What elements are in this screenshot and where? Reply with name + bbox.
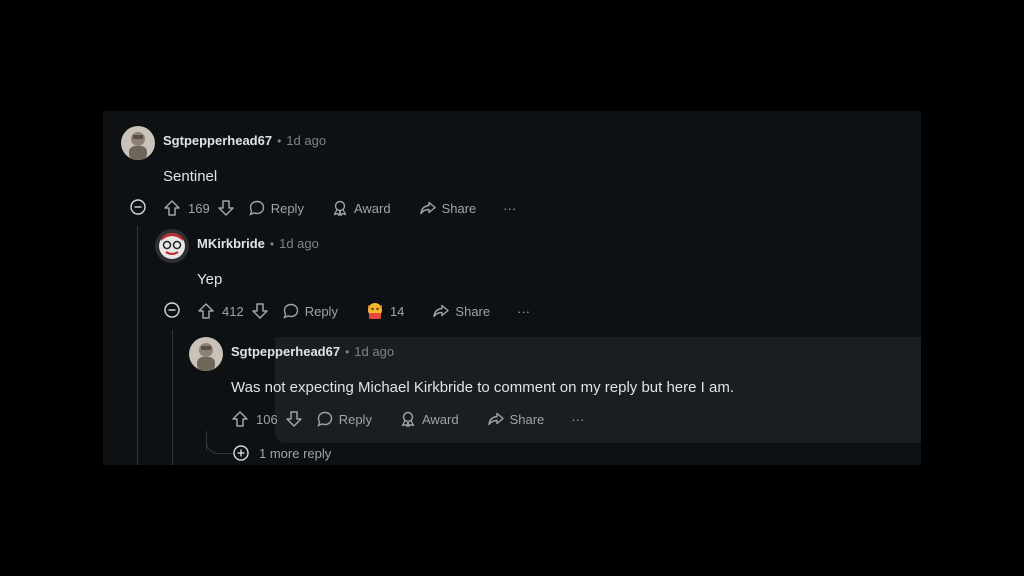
- reply-label: Reply: [304, 303, 338, 319]
- avatar[interactable]: [189, 337, 223, 371]
- share-icon: [487, 412, 504, 426]
- downvote-icon: [285, 411, 302, 427]
- comment-actions: 106 Reply Award Share ···: [231, 407, 584, 431]
- upvote-button[interactable]: [231, 410, 249, 428]
- collapse-button[interactable]: [164, 302, 180, 318]
- share-label: Share: [441, 200, 477, 216]
- share-button[interactable]: Share: [487, 410, 545, 428]
- reply-button[interactable]: Reply: [282, 302, 338, 320]
- reply-label: Reply: [338, 411, 372, 427]
- downvote-button[interactable]: [285, 410, 303, 428]
- upvote-icon: [198, 303, 214, 319]
- share-button[interactable]: Share: [419, 199, 477, 217]
- reply-button[interactable]: Reply: [316, 410, 372, 428]
- share-label: Share: [509, 411, 545, 427]
- timestamp[interactable]: 1d ago: [286, 133, 326, 148]
- collapse-button[interactable]: [130, 199, 146, 215]
- comment-body: Yep: [197, 271, 223, 288]
- reply-bubble-icon: [317, 411, 332, 427]
- reply-label: Reply: [270, 200, 304, 216]
- thread-line-level1: [137, 226, 138, 465]
- downvote-button[interactable]: [217, 199, 235, 217]
- share-label: Share: [455, 303, 491, 319]
- reply-bubble-icon: [249, 200, 264, 216]
- thread-connector-more: [206, 433, 233, 454]
- username[interactable]: MKirkbride: [197, 236, 265, 251]
- award-label: Award: [421, 411, 459, 427]
- collapse-minus-icon: [130, 199, 146, 215]
- username[interactable]: Sgtpepperhead67: [163, 133, 272, 148]
- award-emoji-icon: [367, 303, 383, 319]
- vote-score: 106: [256, 411, 278, 427]
- avatar[interactable]: [121, 126, 155, 160]
- expand-plus-icon: [233, 445, 249, 461]
- thread-connector-reply2: [172, 337, 187, 347]
- upvote-icon: [232, 411, 248, 427]
- meta-separator: •: [345, 344, 350, 359]
- award-icon: [333, 200, 347, 217]
- award-label: Award: [353, 200, 391, 216]
- award-button[interactable]: Award: [399, 410, 459, 428]
- timestamp[interactable]: 1d ago: [354, 344, 394, 359]
- avatar[interactable]: [155, 229, 189, 263]
- reply-bubble-icon: [283, 303, 298, 319]
- award-icon: [401, 411, 415, 428]
- comment-meta: Sgtpepperhead67 • 1d ago: [231, 344, 394, 359]
- upvote-icon: [164, 200, 180, 216]
- share-icon: [419, 201, 436, 215]
- comment-actions: 412 Reply 14 Share ···: [197, 299, 530, 323]
- upvote-button[interactable]: [197, 302, 215, 320]
- reply-button[interactable]: Reply: [248, 199, 304, 217]
- downvote-icon: [217, 200, 234, 216]
- meta-separator: •: [277, 133, 282, 148]
- more-replies-button[interactable]: 1 more reply: [233, 445, 331, 461]
- thread-line-level2: [172, 330, 173, 465]
- comment-meta: Sgtpepperhead67 • 1d ago: [163, 133, 326, 148]
- downvote-button[interactable]: [251, 302, 269, 320]
- award-button[interactable]: Award: [331, 199, 391, 217]
- comment-meta: MKirkbride • 1d ago: [197, 236, 319, 251]
- comment-thread: Sgtpepperhead67 • 1d ago Sentinel 169 Re…: [103, 111, 921, 465]
- upvote-button[interactable]: [163, 199, 181, 217]
- award-count-button[interactable]: 14: [365, 301, 404, 321]
- vote-score: 412: [222, 303, 244, 319]
- comment-body: Sentinel: [163, 168, 218, 185]
- more-options-button[interactable]: ···: [503, 201, 516, 216]
- comment-body: Was not expecting Michael Kirkbride to c…: [231, 379, 734, 396]
- comment-actions: 169 Reply Award Share ···: [163, 196, 516, 220]
- award-count: 14: [389, 303, 405, 319]
- downvote-icon: [251, 303, 268, 319]
- thread-connector-level1: [137, 219, 159, 237]
- more-options-button[interactable]: ···: [517, 304, 530, 319]
- share-icon: [433, 304, 450, 318]
- collapse-minus-icon: [164, 302, 180, 318]
- username[interactable]: Sgtpepperhead67: [231, 344, 340, 359]
- more-replies-label: 1 more reply: [259, 445, 332, 461]
- more-options-button[interactable]: ···: [571, 412, 584, 427]
- vote-score: 169: [188, 200, 210, 216]
- timestamp[interactable]: 1d ago: [279, 236, 319, 251]
- meta-separator: •: [269, 236, 275, 251]
- share-button[interactable]: Share: [432, 302, 490, 320]
